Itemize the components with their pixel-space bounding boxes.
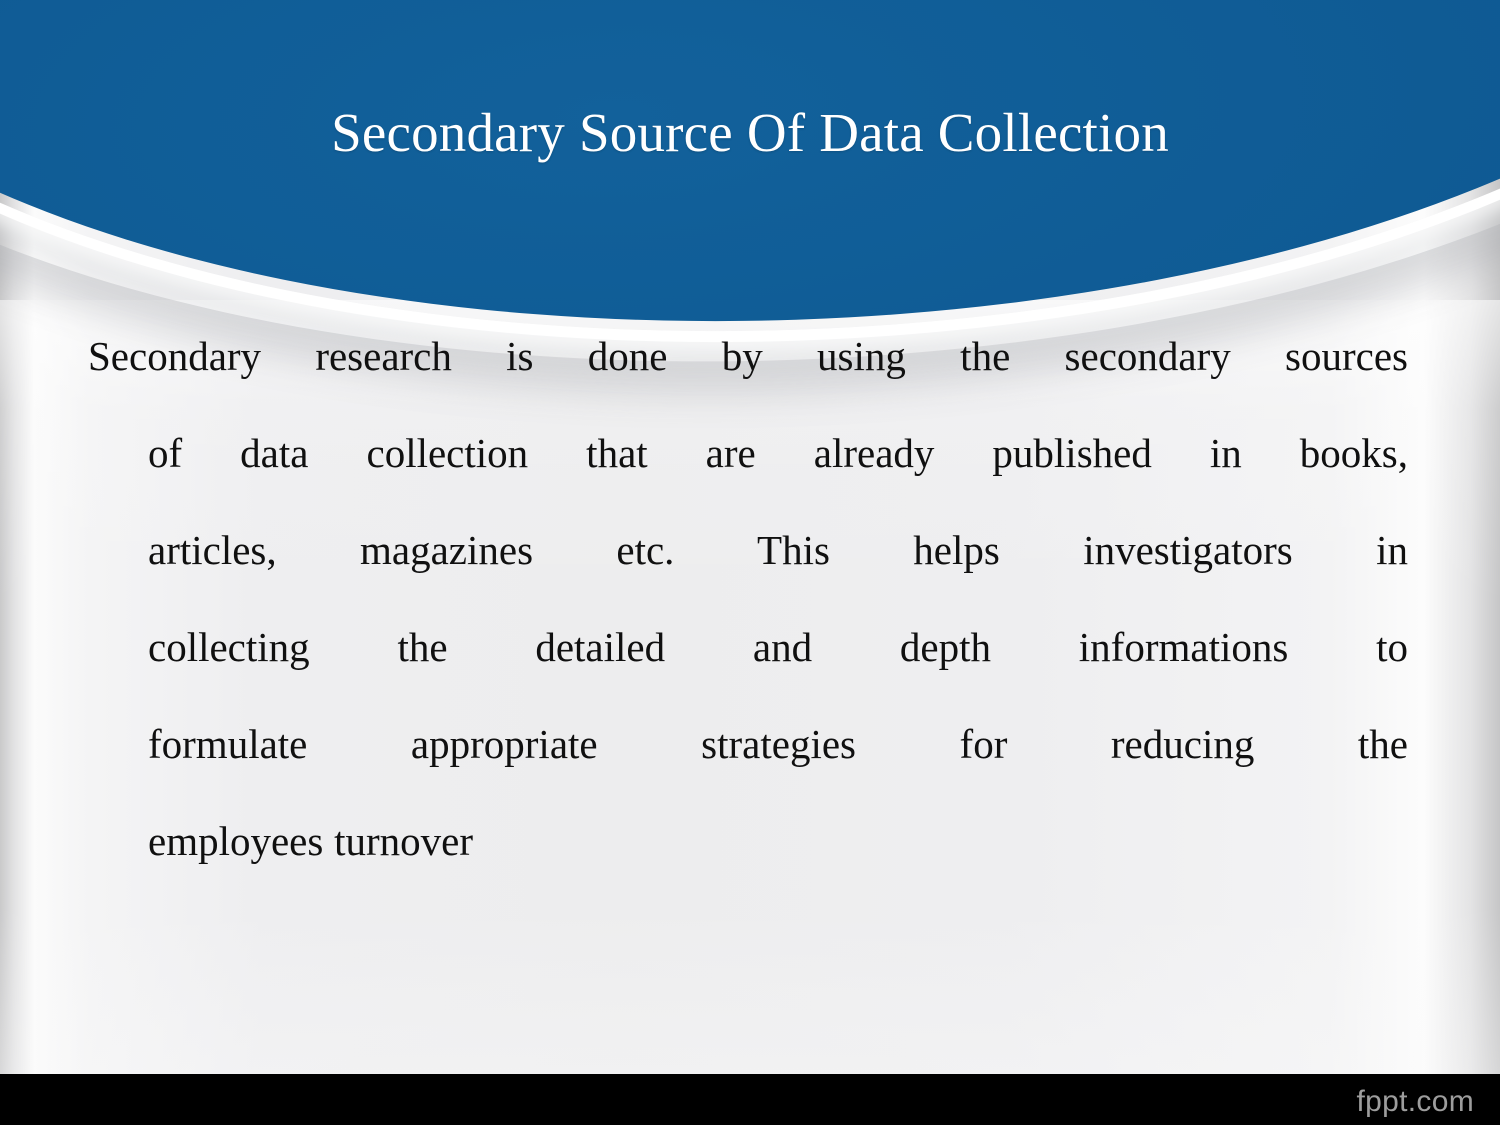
- body-line: of data collection that are already publ…: [148, 430, 1408, 476]
- footer-bar: [0, 1074, 1500, 1125]
- body-paragraph: Secondary research is done by using the …: [88, 308, 1408, 890]
- slide-body: Secondary research is done by using the …: [88, 308, 1408, 890]
- body-line: Secondary research is done by using the …: [88, 333, 1408, 379]
- presentation-slide: Secondary Source Of Data Collection Seco…: [0, 0, 1500, 1125]
- slide-title: Secondary Source Of Data Collection: [331, 102, 1169, 163]
- fppt-logo[interactable]: fppt.com: [1357, 1085, 1474, 1119]
- body-line: collecting the detailed and depth inform…: [148, 624, 1408, 670]
- body-line: formulate appropriate strategies for red…: [148, 721, 1408, 767]
- body-line-last: employees turnover: [148, 818, 473, 864]
- body-line: articles, magazines etc. This helps inve…: [148, 527, 1408, 573]
